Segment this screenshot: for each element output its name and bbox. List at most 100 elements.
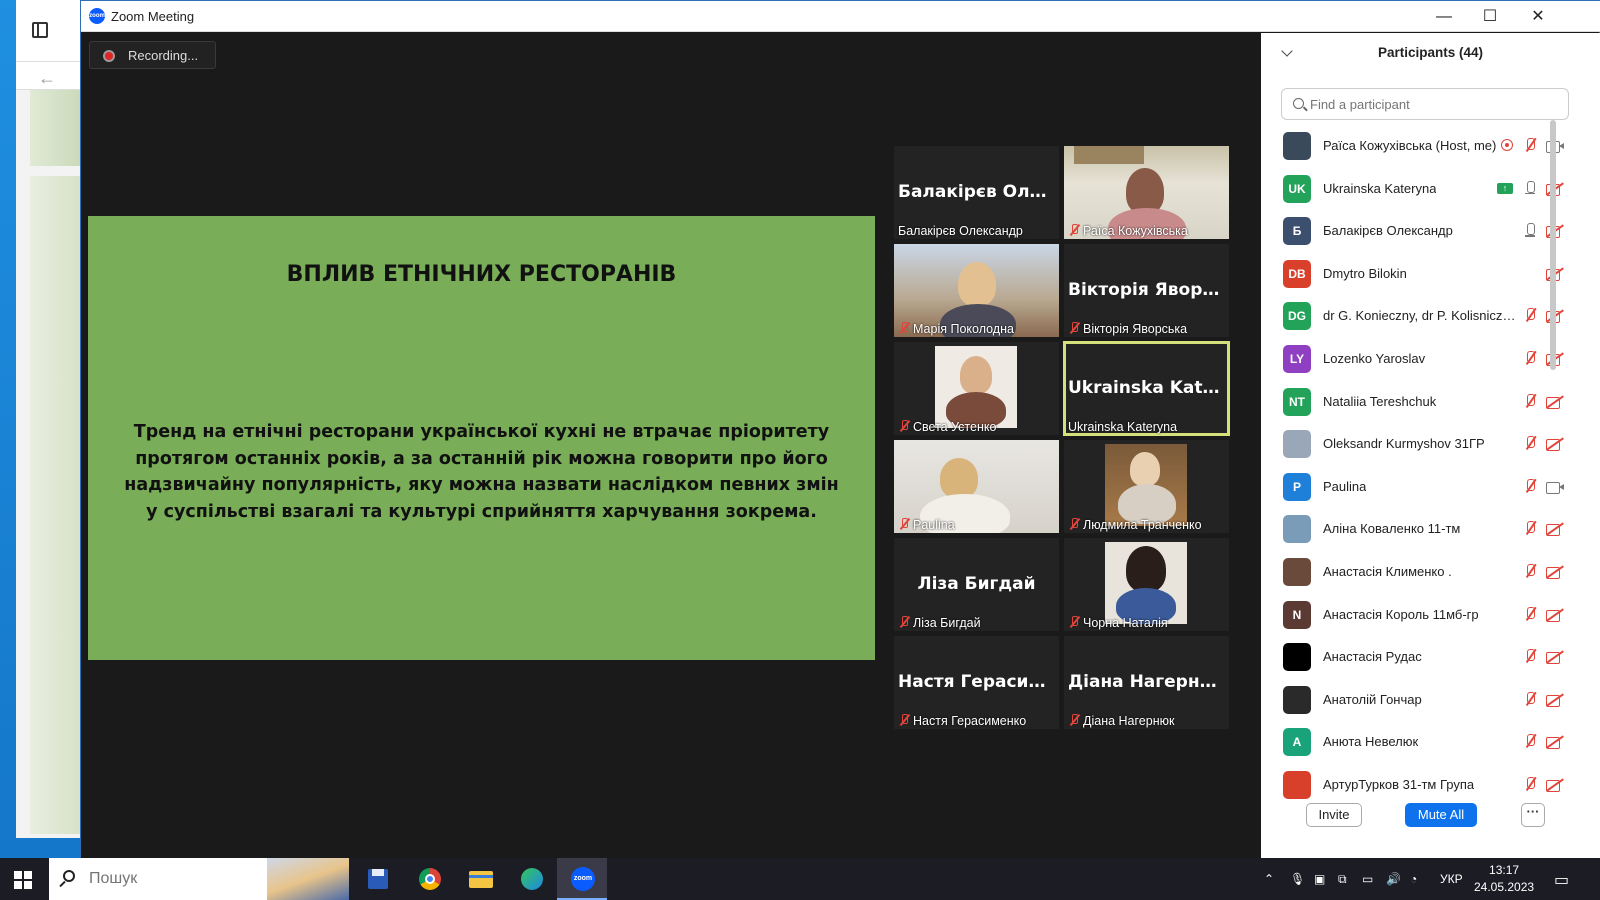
zoom-taskbar-icon[interactable]: zoom <box>557 858 607 900</box>
camera-off-icon[interactable] <box>1546 779 1564 792</box>
participant-row[interactable]: Анастасія Клименко . <box>1261 552 1581 594</box>
participant-name: Анастасія Рудас <box>1323 649 1422 665</box>
active-speaker-tile[interactable]: Ukrainska Kater... Ukrainska Kateryna <box>1063 341 1230 436</box>
muted-mic-icon[interactable] <box>1523 564 1537 580</box>
participant-row[interactable]: Oleksandr Kurmyshov 31ГР <box>1261 424 1581 466</box>
participant-search[interactable] <box>1281 88 1569 120</box>
shared-slide: ВПЛИВ ЕТНІЧНИХ РЕСТОРАНІВ Тренд на етніч… <box>88 216 875 660</box>
taskbar-search[interactable] <box>49 858 349 900</box>
video-tile[interactable]: Ліза Бигдай Ліза Бигдай <box>894 538 1059 631</box>
wifi-icon[interactable]: ◔ <box>1410 872 1417 886</box>
muted-mic-icon[interactable] <box>1523 606 1537 623</box>
taskbar-search-input[interactable] <box>89 869 249 889</box>
video-tile[interactable]: Балакірєв Олек... Балакірєв Олександр <box>894 146 1059 239</box>
mute-all-button[interactable]: Mute All <box>1405 803 1477 827</box>
tile-name-text: Света Устенко <box>913 420 997 434</box>
video-tile[interactable]: Света Устенко <box>894 342 1059 435</box>
muted-mic-icon[interactable] <box>1523 691 1537 708</box>
camera-off-icon[interactable] <box>1546 694 1564 707</box>
microphone-icon[interactable]: 🎙 <box>1290 872 1305 886</box>
camera-off-icon[interactable] <box>1546 651 1564 665</box>
video-tile[interactable]: Раїса Кожухівська <box>1064 146 1229 239</box>
video-tile[interactable]: Діана Нагернюк Діана Нагернюк <box>1064 636 1229 729</box>
network-share-icon[interactable]: ⧉ <box>1338 872 1347 887</box>
camera-icon[interactable] <box>1546 481 1564 494</box>
slide-body: Тренд на етнічні ресторани української к… <box>116 419 847 525</box>
participant-name: Балакірєв Олександр <box>1323 223 1453 239</box>
camera-off-icon[interactable] <box>1546 523 1564 537</box>
participant-row[interactable]: NT Nataliia Tereshchuk <box>1261 382 1581 424</box>
muted-mic-icon <box>1068 714 1080 726</box>
participant-row[interactable]: Анатолій Гончар <box>1261 680 1581 722</box>
participant-name: Анатолій Гончар <box>1323 691 1422 707</box>
muted-mic-icon[interactable] <box>1523 351 1537 367</box>
close-button[interactable]: ✕ <box>1515 5 1561 29</box>
participant-row[interactable]: DG dr G. Konieczny, dr P. Kolisniczen... <box>1261 296 1581 338</box>
maximize-button[interactable]: ☐ <box>1467 5 1513 29</box>
camera-off-icon[interactable] <box>1546 438 1564 452</box>
tile-name: Діана Нагернюк <box>1068 714 1174 728</box>
participants-scrollbar[interactable] <box>1550 120 1556 370</box>
participant-row[interactable]: Б Балакірєв Олександр <box>1261 211 1581 253</box>
participant-name: Ukrainska Kateryna <box>1323 180 1437 196</box>
more-options-button[interactable]: ··· <box>1521 803 1545 827</box>
save-app-icon[interactable] <box>352 858 402 900</box>
camera-icon[interactable]: ▣ <box>1314 872 1325 886</box>
video-tile[interactable]: Чорна Наталія <box>1064 538 1229 631</box>
muted-mic-icon[interactable] <box>1523 478 1537 495</box>
muted-mic-icon[interactable] <box>1523 138 1537 154</box>
recording-indicator[interactable]: Recording... <box>89 41 216 69</box>
language-indicator[interactable]: УКР <box>1440 872 1463 886</box>
mic-icon[interactable] <box>1523 180 1537 197</box>
video-tile[interactable]: Вікторія Яворс... Вікторія Яворська <box>1064 244 1229 337</box>
video-tile[interactable]: Настя Герасиме... Настя Герасименко <box>894 636 1059 729</box>
muted-mic-icon[interactable] <box>1523 393 1537 410</box>
participant-row[interactable]: A Анюта Невелюк <box>1261 722 1581 764</box>
invite-button[interactable]: Invite <box>1306 803 1362 827</box>
participant-row[interactable]: АртурТурков 31-тм Група <box>1261 765 1581 807</box>
camera-off-icon[interactable] <box>1546 566 1564 579</box>
muted-mic-icon[interactable] <box>1523 777 1537 793</box>
participant-row[interactable]: DB Dmytro Bilokin <box>1261 254 1581 296</box>
participant-row[interactable]: N Анастасія Король 11мб-гр <box>1261 595 1581 637</box>
muted-mic-icon[interactable] <box>1523 521 1537 537</box>
video-tile[interactable]: Paulina <box>894 440 1059 533</box>
participant-row[interactable]: Раїса Кожухівська (Host, me) <box>1261 126 1581 168</box>
tile-name: Марія Поколодна <box>898 322 1014 336</box>
camera-off-icon[interactable] <box>1546 396 1564 409</box>
video-tile[interactable]: Марія Поколодна <box>894 244 1059 337</box>
avatar <box>1283 771 1311 799</box>
participant-head <box>940 458 978 498</box>
mic-icon[interactable] <box>1523 223 1537 239</box>
participant-search-input[interactable] <box>1310 94 1560 114</box>
edge-icon[interactable] <box>506 858 556 900</box>
tile-name-text: Ukrainska Kateryna <box>1068 420 1178 434</box>
tile-name-text: Paulina <box>913 518 955 532</box>
participant-row[interactable]: Анастасія Рудас <box>1261 637 1581 679</box>
muted-mic-icon[interactable] <box>1523 436 1537 452</box>
muted-mic-icon[interactable] <box>1523 649 1537 665</box>
participant-row[interactable]: UK Ukrainska Kateryna ↑ <box>1261 169 1581 211</box>
tile-name: Paulina <box>898 518 955 532</box>
system-clock[interactable]: 13:17 24.05.2023 <box>1474 862 1534 896</box>
participant-row[interactable]: P Paulina <box>1261 467 1581 509</box>
video-tile[interactable]: Людмила Транченко <box>1064 440 1229 533</box>
participant-row[interactable]: Аліна Коваленко 11-тм <box>1261 509 1581 551</box>
slide-title: ВПЛИВ ЕТНІЧНИХ РЕСТОРАНІВ <box>286 262 677 287</box>
chrome-icon[interactable] <box>404 858 454 900</box>
tile-name: Ліза Бигдай <box>898 616 981 630</box>
muted-mic-icon[interactable] <box>1523 734 1537 750</box>
chevron-up-icon[interactable]: ⌃ <box>1264 872 1274 886</box>
minimize-button[interactable]: — <box>1421 5 1467 29</box>
volume-icon[interactable]: 🔊 <box>1386 872 1401 886</box>
camera-off-icon[interactable] <box>1546 736 1564 750</box>
slide-line: протягом останніх років, а за останній р… <box>135 448 828 469</box>
participant-row[interactable]: LY Lozenko Yaroslav <box>1261 339 1581 381</box>
muted-mic-icon <box>1068 224 1080 236</box>
notifications-icon[interactable]: ▭ <box>1554 870 1569 890</box>
windows-start-icon[interactable] <box>14 871 32 889</box>
camera-off-icon[interactable] <box>1546 609 1564 622</box>
file-explorer-icon[interactable] <box>455 858 505 900</box>
battery-icon[interactable]: ▭ <box>1362 872 1373 886</box>
muted-mic-icon[interactable] <box>1523 308 1537 324</box>
